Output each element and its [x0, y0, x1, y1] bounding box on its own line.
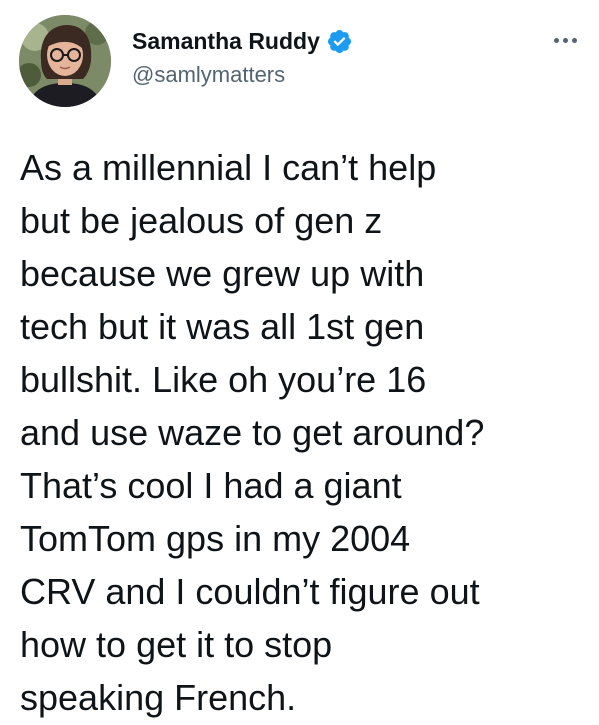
tweet-line: how to get it to stop — [20, 624, 333, 665]
tweet-line: speaking French. — [20, 677, 297, 718]
tweet-line: As a millennial I can’t help — [20, 147, 437, 188]
more-horizontal-icon-dot — [562, 37, 568, 43]
tweet-line: That’s cool I had a giant — [20, 465, 402, 506]
more-horizontal-icon-dot — [571, 37, 577, 43]
tweet-line: TomTom gps in my 2004 — [20, 518, 411, 559]
author-name-row[interactable]: Samantha Ruddy — [132, 26, 353, 56]
tweet-line: CRV and I couldn’t figure out — [20, 571, 480, 612]
verified-badge-icon — [326, 28, 353, 55]
tweet-line: tech but it was all 1st gen — [20, 306, 425, 347]
author-handle[interactable]: @samlymatters — [132, 62, 285, 88]
avatar[interactable] — [19, 15, 111, 107]
tweet-text: As a millennial I can’t help but be jeal… — [20, 141, 590, 724]
avatar-photo — [19, 15, 111, 107]
tweet-line: but be jealous of gen z — [20, 200, 383, 241]
more-horizontal-icon — [553, 37, 559, 43]
tweet-line: because we grew up with — [20, 253, 425, 294]
tweet-card: Samantha Ruddy @samlymatters As a millen… — [0, 0, 599, 725]
more-options-button[interactable] — [545, 28, 585, 52]
display-name[interactable]: Samantha Ruddy — [132, 28, 320, 55]
tweet-line: and use waze to get around? — [20, 412, 485, 453]
tweet-line: bullshit. Like oh you’re 16 — [20, 359, 427, 400]
